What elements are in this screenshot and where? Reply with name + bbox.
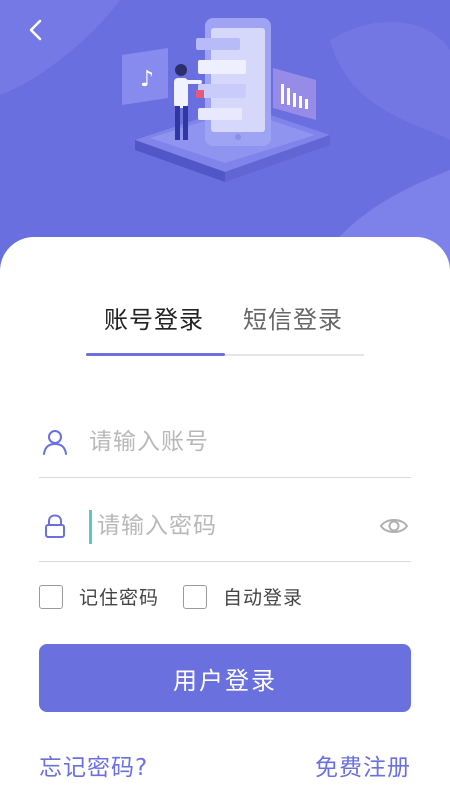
text-caret (89, 510, 92, 544)
account-field (39, 422, 411, 478)
checkbox-box[interactable] (39, 584, 63, 609)
auto-login-label: 自动登录 (223, 587, 304, 609)
password-input[interactable] (97, 506, 377, 546)
forgot-password-link[interactable]: 忘记密码? (39, 748, 148, 782)
back-button[interactable] (18, 12, 54, 48)
password-field (39, 506, 411, 562)
account-input[interactable] (89, 422, 369, 462)
user-icon (43, 430, 67, 455)
active-tab-indicator (86, 353, 225, 356)
lock-icon (45, 514, 65, 538)
eye-icon[interactable] (379, 512, 409, 540)
tab-sms-login[interactable]: 短信登录 (243, 300, 343, 348)
login-tabs: 账号登录 短信登录 (86, 300, 364, 356)
auto-login-checkbox[interactable]: 自动登录 (183, 583, 303, 610)
svg-text:♪: ♪ (140, 67, 154, 92)
register-link[interactable]: 免费注册 (315, 748, 411, 782)
tab-account-login[interactable]: 账号登录 (104, 300, 204, 348)
login-button[interactable]: 用户登录 (39, 644, 411, 712)
chevron-left-icon (29, 19, 42, 41)
remember-password-checkbox[interactable]: 记住密码 (39, 583, 159, 610)
remember-password-label: 记住密码 (79, 587, 160, 609)
login-options: 记住密码 自动登录 (39, 583, 411, 611)
checkbox-box[interactable] (183, 584, 207, 609)
